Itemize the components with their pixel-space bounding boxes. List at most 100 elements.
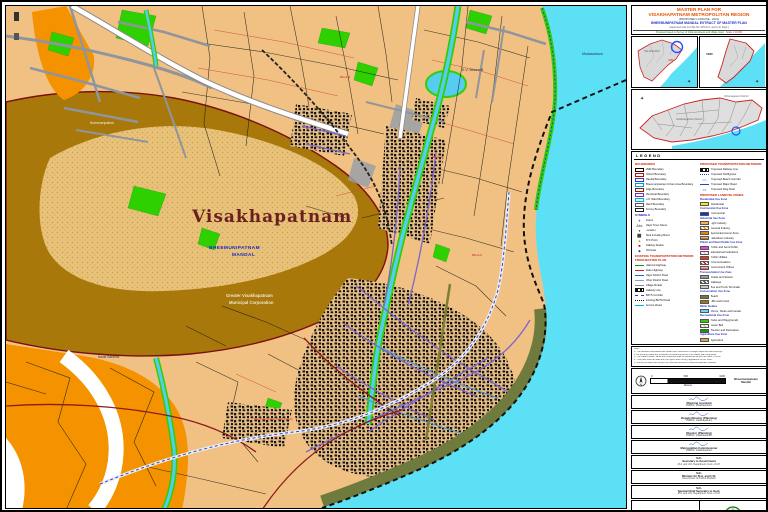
legend-section-heading: PROPOSED LANDUSE ZONES bbox=[700, 193, 744, 198]
legend-item-label: Other District Road bbox=[645, 278, 669, 282]
legend-swatch-wave: ≈≈ bbox=[702, 177, 707, 182]
legend-item-label: Village Roads bbox=[645, 283, 663, 287]
scale-right-line-2: Mandal bbox=[741, 380, 751, 384]
title-line-1: MASTER PLAN FOR bbox=[676, 7, 722, 12]
legend-swatch-rect bbox=[700, 245, 709, 250]
legend-swatch-bnd bbox=[635, 187, 644, 192]
legend-swatch-line bbox=[635, 284, 644, 286]
legend-item: Service Road bbox=[635, 303, 698, 308]
inset-district-label-2: Visakhapatnam District bbox=[676, 117, 703, 121]
signature-title: VMRDA, Visakhapatnam bbox=[685, 419, 713, 423]
gvmc-label-1: Greater Visakhapatnam bbox=[226, 293, 273, 298]
legend-swatch-line bbox=[635, 279, 644, 281]
main-map: Visakhapatnam BHEEMUNIPATNAM MANDAL Grea… bbox=[5, 5, 627, 509]
legend-swatch-bnd bbox=[635, 197, 644, 202]
legend-item-label: Edge Boundary bbox=[645, 188, 665, 192]
legend-swatch-line bbox=[635, 304, 644, 306]
legend-item-label: ATC Point bbox=[645, 239, 658, 243]
vmrda-logo-cell: VMRDA Visakhapatnam Metropolitan Region … bbox=[631, 499, 700, 510]
legend-item-label: Rivers, Tanks and Canals bbox=[710, 309, 741, 313]
legend-item-label: Tank including Bund bbox=[645, 234, 670, 238]
legend-swatch-rect-h bbox=[700, 260, 709, 265]
legend-swatch-rect bbox=[700, 231, 709, 236]
scale-right-text: Bheemunipatnam Mandal bbox=[729, 377, 763, 384]
atc-icon: ▲ bbox=[637, 238, 642, 243]
north-arrow-icon: N bbox=[635, 375, 647, 387]
legend-item-label: National Highway bbox=[645, 263, 667, 267]
legend-swatch-line bbox=[635, 274, 644, 276]
notes-block: Note: 1. The landuse boundaries are drawn… bbox=[631, 346, 766, 367]
inset-map-vmr: VMR ✦ bbox=[699, 36, 766, 88]
legend-swatch-wave: ≈≈ bbox=[702, 187, 707, 192]
village-label-naval: Naval Gardens bbox=[98, 355, 120, 359]
legend-swatch-bnd bbox=[635, 172, 644, 177]
signature-block: Deputy Director (Planning) VMRDA, Visakha… bbox=[631, 409, 766, 424]
legend-item-label: District Boundary bbox=[645, 173, 666, 177]
legend-swatch-rect bbox=[700, 318, 709, 323]
legend-item-label: VMR Boundary bbox=[645, 168, 664, 172]
legend-item-label: Residential bbox=[710, 202, 724, 206]
scale-tick-0: 0 bbox=[651, 375, 653, 379]
signature-title: M.A. and U.D. Department, Govt. of A.P. bbox=[677, 462, 721, 466]
legend-swatch-rail bbox=[635, 288, 644, 293]
legend-swatch-rect bbox=[700, 309, 709, 314]
legend-item-label: Communications bbox=[710, 261, 731, 265]
scale-tick-1000: 1000 bbox=[719, 375, 725, 379]
govt-emblem-icon bbox=[725, 506, 740, 510]
signature-block: Sd/- Minister for M.A. and U.D. Government… bbox=[631, 469, 766, 484]
village-label-mudasarlova: Mudasarlova bbox=[582, 52, 603, 56]
legend-item-label: Hazardous Industry bbox=[710, 236, 734, 240]
legend-swatch-rect bbox=[700, 211, 709, 216]
svg-text:N: N bbox=[640, 383, 643, 387]
signature-title: VMRDA, Visakhapatnam bbox=[685, 448, 713, 452]
legend-item-label: Toll Gate bbox=[645, 249, 657, 253]
legend-item: Survey Boundary bbox=[635, 207, 698, 212]
legend-item-label: Proposed Ring Road bbox=[710, 188, 736, 192]
legend-item-label: Major District Road bbox=[645, 273, 669, 277]
legend-column-1: BOUNDARIES VMR Boundary District Boundary M… bbox=[634, 161, 699, 343]
legend-item: Hills and Forest bbox=[700, 299, 763, 304]
inset-vmr-label: VMR bbox=[706, 52, 714, 56]
legend-swatch-dots bbox=[635, 299, 644, 301]
legend-item-label: Beach bbox=[710, 295, 719, 299]
title-line-4: BHEEMUNIPATNAM MANDAL EXTRACT OF MASTER … bbox=[651, 20, 747, 25]
legend-item-label: Bus and Truck Terminals bbox=[710, 285, 740, 289]
legend-swatch-bnd bbox=[635, 207, 644, 212]
signature-block: Sd/- Special Chief Secretary to Govt. M.A.… bbox=[631, 484, 766, 499]
legend-swatch-bnd bbox=[635, 202, 644, 207]
legend-swatch-bnd bbox=[635, 182, 644, 187]
road-label: Bheemili Beach Road (NH-5) bbox=[254, 417, 293, 421]
legend-item-label: Commercial bbox=[710, 212, 725, 216]
legend-swatch-rect bbox=[700, 202, 709, 207]
scale-bar: 0 500 1000 Meters bbox=[650, 375, 726, 387]
legend-swatch-rect-h bbox=[700, 323, 709, 328]
legend-item-label: Ward Boundary bbox=[645, 203, 665, 207]
legend-swatch-bnd bbox=[635, 177, 644, 182]
inset-maps: TELANGANA VMR ✦ VMR ✦ Vizianagaram Distr… bbox=[631, 36, 766, 150]
legend-swatch-bnd bbox=[635, 167, 644, 172]
map-sheet: Visakhapatnam BHEEMUNIPATNAM MANDAL Grea… bbox=[0, 0, 768, 512]
legend-swatch-rect bbox=[700, 299, 709, 304]
block-label-2: Block-2 bbox=[432, 155, 442, 159]
legend-swatch-bnd bbox=[635, 192, 644, 197]
legend-item-label: State Highway bbox=[645, 268, 663, 272]
legend-swatch-dots bbox=[700, 174, 709, 176]
legend-section-heading: EXISTING TRANSPORTATION NETWORK FROM MAS… bbox=[635, 254, 694, 262]
title-note-green: Prepared based on Survey of India toposh… bbox=[656, 30, 724, 34]
legend-item-label: Public Utilities bbox=[710, 256, 728, 260]
legend-swatch-rect bbox=[700, 338, 709, 343]
signature-title: Government of Andhra Pradesh bbox=[682, 477, 716, 481]
side-panel: MASTER PLAN FOR VISAKHAPATNAM METROPOLIT… bbox=[631, 5, 766, 510]
legend-item-label: Roads and Streets bbox=[710, 275, 733, 279]
legend-item: Commercial bbox=[700, 211, 763, 216]
inset-district-label-1: Vizianagaram District bbox=[724, 94, 749, 98]
legend-item-label: Survey Boundary bbox=[645, 208, 667, 212]
village-label-kummaripalem: Kummaripalem bbox=[90, 121, 114, 125]
legend-item-label: G.P. Ward Boundary bbox=[645, 198, 670, 202]
legend-item-label: Mandal Boundary bbox=[645, 178, 667, 182]
vmrda-logo-icon: VMRDA bbox=[672, 509, 673, 510]
govt-logo-cell: Government of Andhra Pradesh bbox=[699, 499, 766, 510]
title-note: Prepared based on Survey of India toposh… bbox=[633, 29, 765, 34]
legend-swatch-rect bbox=[700, 294, 709, 299]
inset-map-andhra-pradesh: TELANGANA VMR ✦ bbox=[631, 36, 698, 88]
